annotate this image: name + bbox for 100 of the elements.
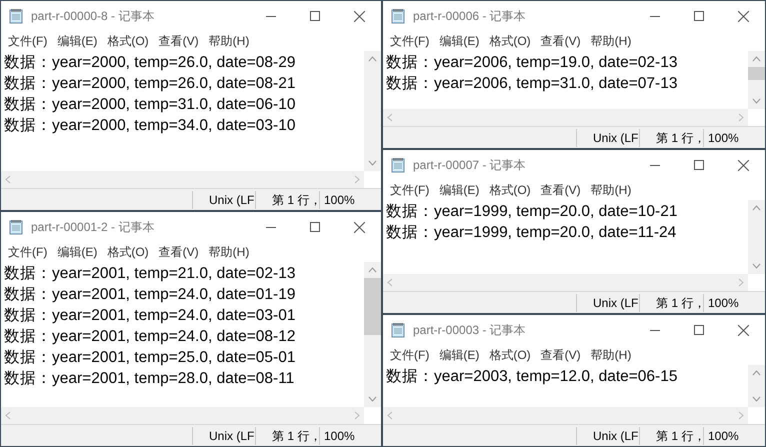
menu-item[interactable]: 格式(O) bbox=[106, 32, 150, 50]
menu-item[interactable]: 查看(V) bbox=[158, 243, 200, 261]
maximize-icon bbox=[310, 222, 320, 232]
scroll-down-icon bbox=[752, 396, 761, 402]
scroll-down-icon bbox=[752, 263, 761, 269]
text-area[interactable]: 数据：year=2006, temp=19.0, date=02-13 数据：year=2006, temp=31.0, date=07-13 bbox=[383, 51, 748, 109]
menu-item[interactable]: 编辑(E) bbox=[438, 346, 480, 364]
menu-item[interactable]: 文件(F) bbox=[389, 346, 430, 364]
menu-item[interactable]: 编辑(E) bbox=[56, 32, 98, 50]
status-zoom: 100% bbox=[703, 426, 765, 444]
text-line: 数据：year=2001, temp=28.0, date=08-11 bbox=[4, 369, 296, 389]
text-line: 数据：year=2001, temp=25.0, date=05-01 bbox=[4, 348, 296, 368]
window-title: part-r-00001-2 - 记事本 bbox=[31, 219, 154, 236]
vertical-scrollbar[interactable] bbox=[748, 365, 765, 407]
text-area[interactable]: 数据：year=2000, temp=26.0, date=08-29 数据：year=2000, temp=26.0, date=08-21 数据：year=2000, temp=31.0, date=06-10 数据：year=2000, temp=34.0, date=03-10 bbox=[1, 51, 364, 171]
vertical-scrollbar[interactable] bbox=[748, 51, 765, 109]
status-encoding: Unix (LF bbox=[576, 426, 639, 444]
maximize-icon bbox=[310, 11, 320, 21]
menu-item[interactable]: 帮助(H) bbox=[208, 243, 250, 261]
menu-item[interactable]: 帮助(H) bbox=[590, 32, 632, 50]
close-icon bbox=[738, 160, 748, 170]
text-line: 数据：year=1999, temp=20.0, date=10-21 bbox=[386, 202, 678, 222]
menu-item[interactable]: 编辑(E) bbox=[438, 32, 480, 50]
close-icon bbox=[738, 10, 748, 22]
horizontal-scrollbar[interactable] bbox=[1, 171, 364, 188]
status-encoding: Unix (LF bbox=[192, 426, 255, 444]
scroll-down-icon bbox=[368, 396, 377, 402]
close-icon bbox=[738, 324, 748, 336]
text-area[interactable]: 数据：year=1999, temp=20.0, date=10-21 数据：year=1999, temp=20.0, date=11-24 bbox=[383, 200, 748, 274]
horizontal-scrollbar[interactable] bbox=[383, 407, 748, 424]
text-line: 数据：year=2001, temp=21.0, date=02-13 bbox=[4, 264, 296, 284]
scroll-right-icon bbox=[738, 411, 744, 420]
menu-item[interactable]: 文件(F) bbox=[389, 181, 430, 199]
close-icon bbox=[354, 10, 364, 22]
notepad-icon bbox=[9, 8, 23, 24]
menu-item[interactable]: 帮助(H) bbox=[590, 346, 632, 364]
close-icon bbox=[354, 222, 364, 232]
menu-item[interactable]: 格式(O) bbox=[488, 32, 532, 50]
maximize-icon bbox=[694, 11, 704, 21]
status-encoding: Unix (LF bbox=[576, 294, 639, 312]
menu-item[interactable]: 格式(O) bbox=[106, 243, 150, 261]
status-line: 第 1 行， bbox=[255, 190, 319, 208]
scroll-left-icon bbox=[5, 175, 11, 184]
menu-item[interactable]: 文件(F) bbox=[7, 243, 48, 261]
scroll-right-icon bbox=[354, 411, 360, 420]
text-line: 数据：year=2003, temp=12.0, date=06-15 bbox=[386, 367, 678, 387]
scroll-thumb[interactable] bbox=[748, 67, 765, 80]
menu-item[interactable]: 编辑(E) bbox=[56, 243, 98, 261]
horizontal-scrollbar[interactable] bbox=[383, 274, 748, 291]
scroll-left-icon bbox=[387, 411, 393, 420]
menu-item[interactable]: 查看(V) bbox=[540, 32, 582, 50]
status-line: 第 1 行， bbox=[255, 426, 319, 444]
menu-item[interactable]: 帮助(H) bbox=[590, 181, 632, 199]
status-line: 第 1 行， bbox=[639, 426, 703, 444]
status-zoom: 100% bbox=[319, 190, 381, 208]
scroll-up-icon bbox=[368, 56, 377, 62]
status-zoom: 100% bbox=[319, 426, 381, 444]
scroll-down-icon bbox=[368, 160, 377, 166]
scroll-up-icon bbox=[368, 267, 377, 273]
text-line: 数据：year=2000, temp=26.0, date=08-21 bbox=[4, 74, 296, 94]
menu-item[interactable]: 文件(F) bbox=[389, 32, 430, 50]
text-line: 数据：year=2000, temp=26.0, date=08-29 bbox=[4, 53, 296, 73]
scroll-up-icon bbox=[752, 56, 761, 62]
vertical-scrollbar[interactable] bbox=[364, 262, 381, 407]
text-line: 数据：year=2000, temp=34.0, date=03-10 bbox=[4, 116, 296, 136]
menu-item[interactable]: 编辑(E) bbox=[438, 181, 480, 199]
menu-item[interactable]: 查看(V) bbox=[540, 346, 582, 364]
text-area[interactable]: 数据：year=2003, temp=12.0, date=06-15 bbox=[383, 365, 748, 407]
menu-item[interactable]: 格式(O) bbox=[488, 181, 532, 199]
menu-item[interactable]: 查看(V) bbox=[540, 181, 582, 199]
scroll-left-icon bbox=[5, 411, 11, 420]
status-encoding: Unix (LF bbox=[576, 128, 639, 146]
window-title: part-r-00003 - 记事本 bbox=[413, 322, 526, 339]
scroll-right-icon bbox=[738, 113, 744, 122]
menu-item[interactable]: 帮助(H) bbox=[208, 32, 250, 50]
vertical-scrollbar[interactable] bbox=[364, 51, 381, 171]
text-line: 数据：year=2001, temp=24.0, date=01-19 bbox=[4, 285, 296, 305]
horizontal-scrollbar[interactable] bbox=[383, 109, 748, 126]
notepad-icon bbox=[391, 157, 405, 173]
window-title: part-r-00007 - 记事本 bbox=[413, 157, 526, 174]
horizontal-scrollbar[interactable] bbox=[1, 407, 364, 424]
scroll-right-icon bbox=[738, 278, 744, 287]
text-line: 数据：year=2006, temp=31.0, date=07-13 bbox=[386, 74, 678, 94]
menu-item[interactable]: 文件(F) bbox=[7, 32, 48, 50]
window-title: part-r-00006 - 记事本 bbox=[413, 8, 526, 25]
scroll-thumb[interactable] bbox=[364, 278, 381, 334]
vertical-scrollbar[interactable] bbox=[748, 200, 765, 274]
status-encoding: Unix (LF bbox=[192, 190, 255, 208]
scroll-up-icon bbox=[752, 370, 761, 376]
text-line: 数据：year=1999, temp=20.0, date=11-24 bbox=[386, 223, 678, 243]
status-zoom: 100% bbox=[703, 294, 765, 312]
minimize-icon bbox=[266, 226, 276, 228]
text-line: 数据：year=2001, temp=24.0, date=08-12 bbox=[4, 327, 296, 347]
maximize-icon bbox=[694, 160, 704, 170]
scroll-up-icon bbox=[752, 205, 761, 211]
menu-item[interactable]: 格式(O) bbox=[488, 346, 532, 364]
notepad-icon bbox=[391, 8, 405, 24]
menu-item[interactable]: 查看(V) bbox=[158, 32, 200, 50]
scroll-left-icon bbox=[387, 278, 393, 287]
scroll-right-icon bbox=[354, 175, 360, 184]
